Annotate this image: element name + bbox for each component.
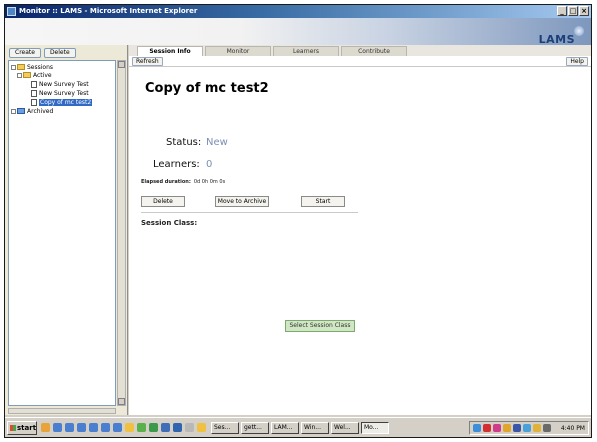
quicklaunch-ie-icon[interactable] bbox=[89, 423, 98, 432]
close-button[interactable]: × bbox=[579, 6, 589, 16]
page-title: Copy of mc test2 bbox=[145, 81, 269, 96]
window-controls: _ □ × bbox=[557, 6, 589, 16]
taskbar-item[interactable]: LAM... bbox=[271, 422, 299, 434]
tree-horizontal-scrollbar[interactable] bbox=[8, 408, 116, 414]
tree-node-session[interactable]: New Survey Test bbox=[31, 80, 89, 88]
taskbar-item[interactable]: Wel... bbox=[331, 422, 359, 434]
start-label: start bbox=[17, 424, 37, 432]
tab-session-info[interactable]: Session Info bbox=[137, 46, 203, 56]
tree-node-archived[interactable]: Archived bbox=[11, 107, 53, 115]
select-session-class-button[interactable]: Select Session Class bbox=[285, 320, 355, 332]
tray-network-icon[interactable] bbox=[473, 424, 481, 432]
quicklaunch-ie-icon[interactable] bbox=[77, 423, 86, 432]
window-title: Monitor :: LAMS - Microsoft Internet Exp… bbox=[19, 7, 198, 15]
tray-app-icon[interactable] bbox=[533, 424, 541, 432]
folder-icon bbox=[23, 72, 31, 78]
lams-logo-mark bbox=[574, 26, 584, 36]
quicklaunch-ie-icon[interactable] bbox=[53, 423, 62, 432]
browser-window: Monitor :: LAMS - Microsoft Internet Exp… bbox=[4, 4, 592, 438]
quicklaunch-app-icon[interactable] bbox=[173, 423, 182, 432]
sidebar-buttons: Create Delete bbox=[9, 48, 76, 58]
tree-label: Active bbox=[33, 71, 52, 79]
quicklaunch-ie-icon[interactable] bbox=[65, 423, 74, 432]
tab-monitor[interactable]: Monitor bbox=[205, 46, 271, 56]
tree-label: New Survey Test bbox=[39, 89, 89, 97]
quicklaunch-ie-icon[interactable] bbox=[113, 423, 122, 432]
tree-node-sessions[interactable]: Sessions bbox=[11, 63, 53, 71]
ie-icon bbox=[7, 7, 16, 16]
minimize-button[interactable]: _ bbox=[557, 6, 567, 16]
quicklaunch-app-icon[interactable] bbox=[185, 423, 194, 432]
lams-banner: LAMS bbox=[5, 18, 591, 46]
delete-button[interactable]: Delete bbox=[43, 48, 76, 58]
session-class-label: Session Class: bbox=[141, 219, 198, 227]
quicklaunch-shortcut-icon[interactable] bbox=[125, 423, 134, 432]
expand-icon[interactable] bbox=[11, 108, 16, 114]
tray-app-icon[interactable] bbox=[523, 424, 531, 432]
delete-session-button[interactable]: Delete bbox=[141, 196, 185, 207]
tray-app-icon[interactable] bbox=[493, 424, 501, 432]
taskbar-item[interactable]: Ses... bbox=[211, 422, 239, 434]
move-to-archive-button[interactable]: Move to Archive bbox=[215, 196, 269, 207]
status-label: Status: bbox=[166, 137, 202, 148]
start-session-button[interactable]: Start bbox=[301, 196, 345, 207]
system-tray: 4:40 PM bbox=[469, 421, 589, 435]
tray-app-icon[interactable] bbox=[503, 424, 511, 432]
tree-label: Archived bbox=[27, 107, 54, 115]
quicklaunch-shortcut-icon[interactable] bbox=[197, 423, 206, 432]
elapsed-value: 0d 0h 0m 0s bbox=[193, 179, 226, 185]
tree-node-active[interactable]: Active bbox=[17, 71, 52, 79]
taskbar-item-active[interactable]: Mo... bbox=[361, 422, 389, 434]
divider bbox=[141, 212, 358, 213]
quicklaunch-folder-icon[interactable] bbox=[41, 423, 50, 432]
folder-icon bbox=[17, 64, 25, 70]
learners-value: 0 bbox=[206, 159, 213, 170]
learners-label: Learners: bbox=[153, 159, 200, 170]
tree-label: Copy of mc test2 bbox=[39, 98, 93, 106]
document-icon bbox=[31, 98, 37, 106]
tree-label: Sessions bbox=[27, 63, 54, 71]
tab-learners[interactable]: Learners bbox=[273, 46, 339, 56]
tray-app-icon[interactable] bbox=[513, 424, 521, 432]
quicklaunch-app-icon[interactable] bbox=[137, 423, 146, 432]
document-icon bbox=[31, 89, 37, 97]
tree-vertical-scrollbar[interactable] bbox=[117, 60, 126, 406]
title-bar[interactable]: Monitor :: LAMS - Microsoft Internet Exp… bbox=[5, 5, 591, 18]
collapse-icon[interactable] bbox=[11, 64, 16, 70]
quicklaunch-ie-icon[interactable] bbox=[101, 423, 110, 432]
help-button[interactable]: Help bbox=[566, 57, 588, 66]
elapsed-label: Elapsed duration: bbox=[141, 179, 191, 185]
tree-node-session-selected[interactable]: Copy of mc test2 bbox=[31, 98, 93, 106]
tray-volume-icon[interactable] bbox=[543, 424, 551, 432]
collapse-icon[interactable] bbox=[17, 72, 22, 78]
quicklaunch-app-icon[interactable] bbox=[149, 423, 158, 432]
main-panel: Session Info Monitor Learners Contribute… bbox=[129, 45, 591, 415]
status-value: New bbox=[206, 137, 228, 148]
taskbar-item[interactable]: gett... bbox=[241, 422, 269, 434]
toolbar: Refresh Help bbox=[129, 56, 591, 67]
quicklaunch-app-icon[interactable] bbox=[161, 423, 170, 432]
folder-icon bbox=[17, 108, 25, 114]
tray-n-icon[interactable] bbox=[483, 424, 491, 432]
tab-bar: Session Info Monitor Learners Contribute bbox=[129, 45, 591, 56]
create-button[interactable]: Create bbox=[9, 48, 41, 58]
elapsed-duration: Elapsed duration: 0d 0h 0m 0s bbox=[141, 179, 225, 185]
document-icon bbox=[31, 80, 37, 88]
taskbar: start Ses... gett... LAM... Win... Wel..… bbox=[5, 417, 591, 437]
start-button[interactable]: start bbox=[7, 421, 37, 435]
sidebar: Create Delete Sessions Active New Survey… bbox=[5, 45, 128, 415]
session-tree: Sessions Active New Survey Test New Surv… bbox=[8, 60, 126, 406]
windows-logo-icon bbox=[10, 425, 16, 431]
clock: 4:40 PM bbox=[560, 425, 585, 432]
scroll-down-icon[interactable] bbox=[118, 398, 125, 405]
tree-label: New Survey Test bbox=[39, 80, 89, 88]
taskbar-item[interactable]: Win... bbox=[301, 422, 329, 434]
maximize-button[interactable]: □ bbox=[568, 6, 578, 16]
scroll-up-icon[interactable] bbox=[118, 61, 125, 68]
tree-node-session[interactable]: New Survey Test bbox=[31, 89, 89, 97]
refresh-button[interactable]: Refresh bbox=[132, 57, 163, 66]
tab-contribute[interactable]: Contribute bbox=[341, 46, 407, 56]
